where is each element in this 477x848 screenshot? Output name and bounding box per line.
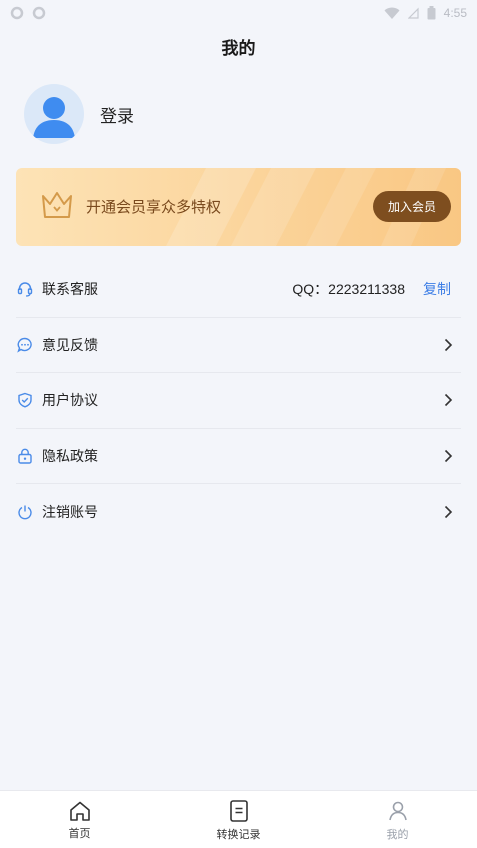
menu-label: 用户协议 (42, 393, 98, 410)
copy-button[interactable]: 复制 (423, 279, 451, 299)
crown-icon (42, 192, 72, 218)
nav-item-home[interactable]: 首页 (0, 791, 159, 848)
qq-number: QQ：2223211338 (292, 281, 405, 298)
vip-banner[interactable]: 开通会员享众多特权 加入会员 (16, 168, 461, 246)
lock-icon (16, 447, 34, 465)
menu-label: 意见反馈 (42, 337, 98, 354)
menu-item-delete-account[interactable]: 注销账号 (16, 484, 461, 540)
menu-label: 隐私政策 (42, 448, 98, 465)
chevron-right-icon (444, 449, 453, 462)
signal-icon (407, 7, 419, 19)
nav-item-records[interactable]: 转换记录 (159, 791, 318, 848)
menu-item-user-agreement[interactable]: 用户协议 (16, 373, 461, 429)
document-icon (229, 800, 248, 822)
avatar[interactable] (24, 84, 84, 144)
menu-label: 联系客服 (42, 282, 98, 299)
menu-item-privacy-policy[interactable]: 隐私政策 (16, 429, 461, 484)
settings-menu: 联系客服 QQ：2223211338 复制 意见反馈 用户协议 隐私政策 注销账… (16, 262, 461, 540)
chat-bubble-icon (16, 336, 34, 354)
bottom-nav: 首页 转换记录 我的 (0, 790, 477, 848)
headset-icon (16, 280, 34, 298)
shield-check-icon (16, 391, 34, 409)
home-icon (69, 801, 90, 821)
chevron-right-icon (444, 338, 453, 351)
chevron-right-icon (444, 394, 453, 407)
battery-icon (427, 6, 436, 20)
menu-item-feedback[interactable]: 意见反馈 (16, 318, 461, 373)
nav-item-mine[interactable]: 我的 (318, 791, 477, 848)
notification-icon (10, 6, 24, 20)
chevron-right-icon (444, 505, 453, 518)
login-label[interactable]: 登录 (100, 102, 134, 127)
user-avatar-icon (33, 97, 75, 138)
menu-item-customer-service[interactable]: 联系客服 QQ：2223211338 复制 (16, 262, 461, 318)
nav-label: 我的 (386, 828, 409, 841)
join-vip-button[interactable]: 加入会员 (373, 191, 451, 222)
menu-label: 注销账号 (42, 504, 98, 521)
status-time: 4:55 (443, 6, 467, 20)
wifi-icon (384, 7, 400, 19)
status-bar: 4:55 (0, 0, 477, 26)
nav-label: 首页 (68, 827, 91, 840)
user-icon (388, 801, 407, 821)
nav-label: 转换记录 (216, 828, 261, 841)
notification-icon (32, 6, 46, 20)
profile-section[interactable]: 登录 (24, 84, 134, 144)
page-title: 我的 (221, 39, 256, 59)
power-icon (16, 503, 34, 521)
vip-promo-text: 开通会员享众多特权 (86, 198, 222, 216)
